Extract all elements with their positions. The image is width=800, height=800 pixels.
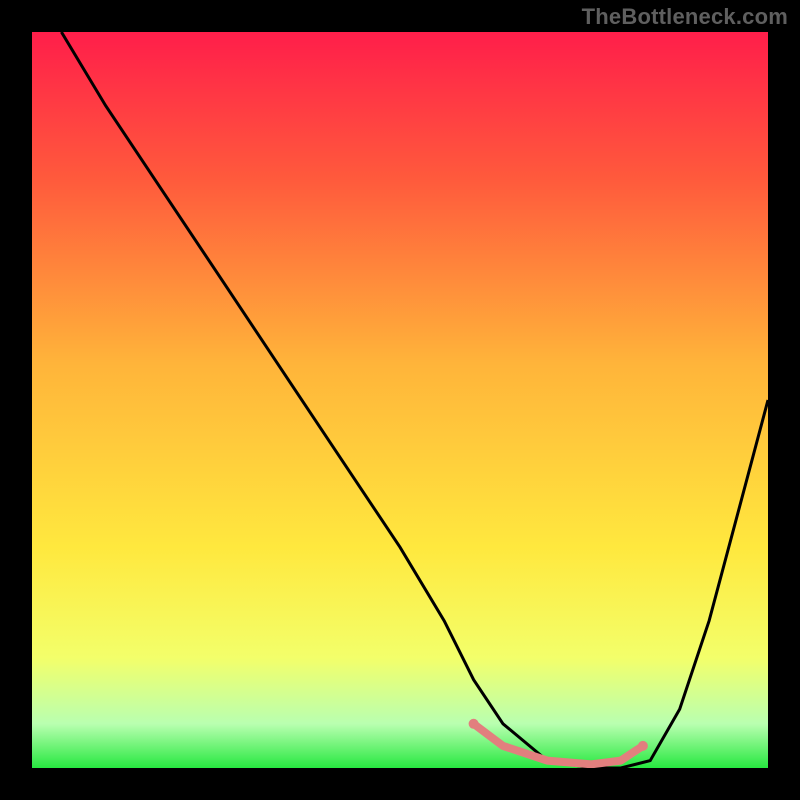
- chart-frame: TheBottleneck.com: [0, 0, 800, 800]
- watermark-text: TheBottleneck.com: [582, 4, 788, 30]
- end-dot: [638, 741, 648, 751]
- plot-area: [32, 32, 768, 768]
- chart-svg: [32, 32, 768, 768]
- background-gradient: [32, 32, 768, 768]
- end-dot: [469, 719, 479, 729]
